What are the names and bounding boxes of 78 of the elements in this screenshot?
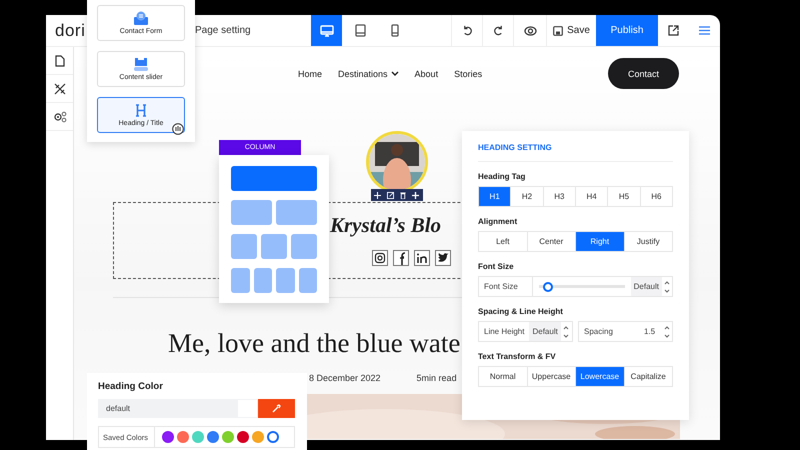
move-icon[interactable] bbox=[374, 192, 381, 198]
monitor-icon bbox=[320, 24, 334, 36]
field-label: Spacing bbox=[583, 327, 614, 336]
nav-link[interactable]: Destinations bbox=[338, 68, 399, 78]
phone-icon bbox=[390, 24, 398, 37]
heading-tag-option[interactable]: H6 bbox=[640, 187, 672, 206]
alignment-option[interactable]: Right bbox=[575, 232, 624, 251]
color-picker-button[interactable] bbox=[258, 399, 295, 418]
stepper-icon[interactable] bbox=[562, 324, 569, 338]
heading-tag-option[interactable]: H5 bbox=[607, 187, 640, 206]
color-dot[interactable] bbox=[207, 431, 220, 443]
nav-link[interactable]: About bbox=[414, 68, 438, 78]
linkedin-icon[interactable] bbox=[414, 250, 430, 266]
color-dot[interactable] bbox=[252, 431, 264, 443]
nav-link[interactable]: Home bbox=[298, 68, 322, 78]
heading-tag-option[interactable]: H3 bbox=[542, 187, 575, 206]
line-height-value[interactable]: Default bbox=[529, 322, 561, 341]
envelope-icon bbox=[133, 11, 149, 25]
tablet-icon bbox=[355, 24, 366, 37]
save-icon bbox=[553, 26, 564, 36]
text-transform-option[interactable]: Capitalize bbox=[624, 367, 672, 386]
settings-icon bbox=[52, 110, 66, 122]
color-dot[interactable] bbox=[267, 431, 280, 443]
page-setting-label[interactable]: Page setting bbox=[195, 25, 311, 36]
color-dot[interactable] bbox=[192, 431, 204, 443]
instagram-icon[interactable] bbox=[372, 250, 388, 266]
stepper-icon[interactable] bbox=[664, 324, 670, 338]
slider-icon bbox=[133, 57, 149, 71]
color-swatch[interactable] bbox=[237, 399, 258, 418]
twitter-icon[interactable] bbox=[435, 250, 451, 266]
redo-icon bbox=[492, 25, 504, 36]
panel-title: Heading Color bbox=[98, 381, 164, 392]
heading-tag-option[interactable]: H1 bbox=[479, 187, 510, 206]
panel-title: HEADING SETTING bbox=[478, 131, 673, 162]
read-time: 5min read bbox=[416, 373, 457, 383]
font-size-value[interactable]: Default bbox=[630, 277, 662, 296]
menu-icon bbox=[699, 26, 710, 35]
heading-icon bbox=[135, 104, 147, 116]
add-icon[interactable] bbox=[412, 192, 420, 198]
heading-tag-option[interactable]: H4 bbox=[574, 187, 608, 206]
external-link-icon bbox=[668, 25, 679, 36]
alignment-option[interactable]: Left bbox=[479, 232, 526, 251]
heading-tag-option[interactable]: H2 bbox=[510, 187, 543, 206]
trash-icon[interactable] bbox=[400, 192, 406, 198]
nav-link[interactable]: Stories bbox=[454, 68, 482, 78]
logo: dori bbox=[55, 20, 86, 40]
spacing-value[interactable]: 1.5 bbox=[641, 322, 662, 341]
post-date: 8 December 2022 bbox=[309, 373, 381, 383]
contact-button[interactable]: Contact bbox=[608, 58, 679, 89]
text-transform-option[interactable]: Lowercase bbox=[575, 367, 624, 386]
stepper-icon[interactable] bbox=[664, 280, 670, 294]
section-label: Spacing & Line Height bbox=[478, 307, 564, 316]
blog-title: Krystal’s Blo bbox=[330, 213, 442, 238]
publish-button[interactable]: Publish bbox=[596, 15, 658, 46]
text-transform-option[interactable]: Normal bbox=[479, 367, 526, 386]
hand-cursor-icon bbox=[172, 123, 184, 135]
field-label: Font Size bbox=[479, 277, 533, 296]
slider-thumb[interactable] bbox=[542, 282, 553, 292]
device-button[interactable] bbox=[311, 15, 342, 46]
color-dot[interactable] bbox=[162, 431, 174, 443]
section-label: Font Size bbox=[478, 262, 515, 271]
field-label: Line Height bbox=[483, 327, 526, 336]
section-label: Heading Tag bbox=[478, 172, 526, 181]
undo-icon bbox=[462, 25, 472, 36]
section-label: Text Transform & FV bbox=[478, 352, 557, 361]
eye-icon bbox=[524, 26, 536, 36]
edit-icon[interactable] bbox=[386, 192, 394, 198]
page-icon bbox=[54, 54, 64, 66]
alignment-option[interactable]: Justify bbox=[624, 232, 672, 251]
color-input-field[interactable]: default bbox=[98, 399, 237, 418]
color-dot[interactable] bbox=[237, 431, 250, 443]
color-dot[interactable] bbox=[222, 431, 234, 443]
eyedropper-icon bbox=[272, 404, 281, 413]
color-dot[interactable] bbox=[177, 431, 190, 443]
section-label: Alignment bbox=[478, 217, 518, 226]
facebook-icon[interactable] bbox=[393, 250, 409, 266]
post-title: Me, love and the blue wate bbox=[168, 328, 460, 359]
tools-icon bbox=[54, 82, 66, 94]
